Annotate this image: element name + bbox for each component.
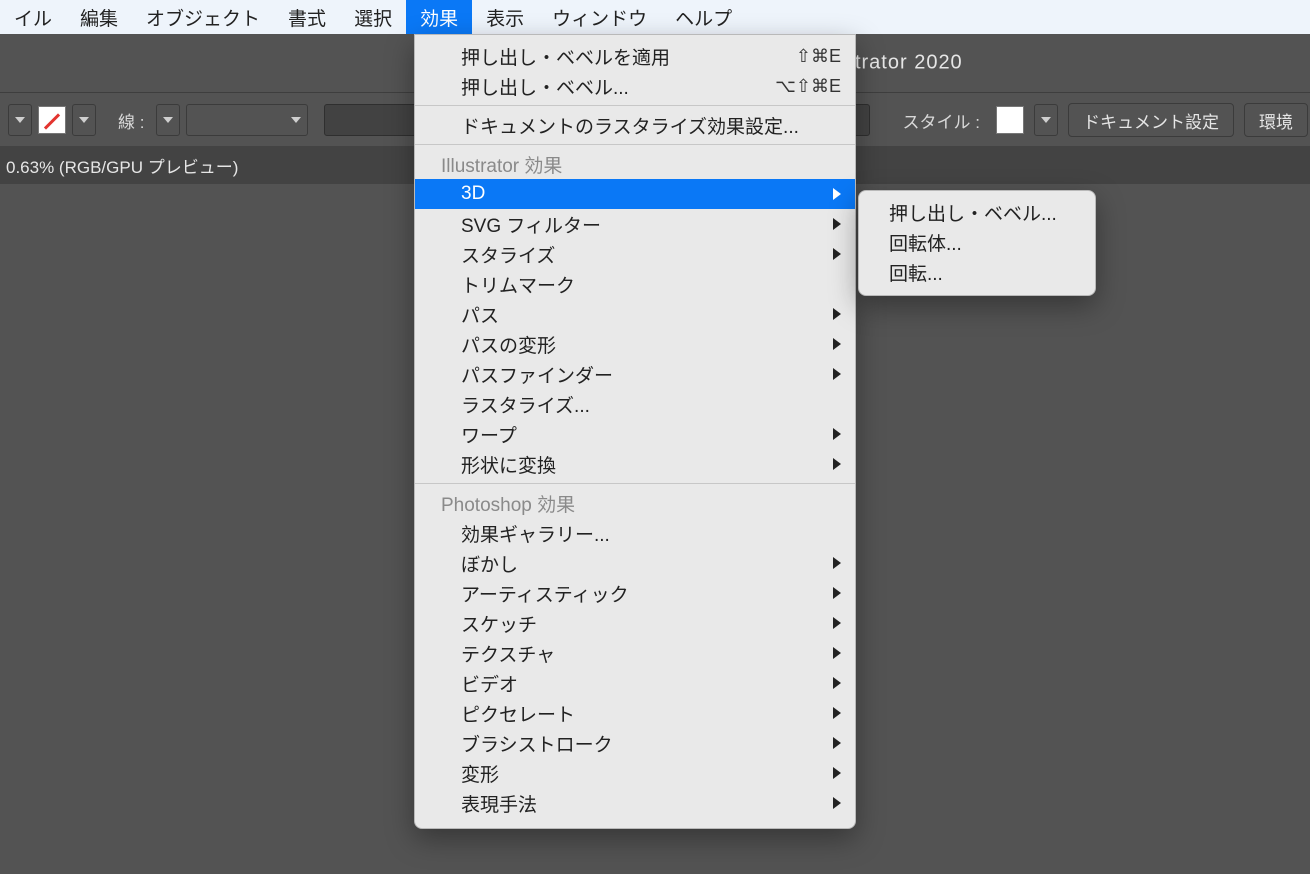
menu-3d-rotate[interactable]: 回転...	[859, 257, 1095, 287]
menu-object[interactable]: オブジェクト	[132, 0, 274, 34]
stroke-label: 線 :	[112, 108, 150, 133]
menu-convert-shape[interactable]: 形状に変換	[415, 449, 855, 479]
menu-apply-last-effect[interactable]: 押し出し・ベベルを適用 ⇧⌘E	[415, 41, 855, 71]
menu-item-label: スケッチ	[461, 610, 537, 637]
no-fill-swatch-icon[interactable]	[38, 106, 66, 134]
menu-item-label: SVG フィルター	[461, 211, 601, 238]
3d-submenu: 押し出し・ベベル... 回転体... 回転...	[858, 190, 1096, 296]
menu-distort[interactable]: 変形	[415, 758, 855, 788]
preferences-button[interactable]: 環境	[1244, 103, 1308, 137]
menu-brush-strokes[interactable]: ブラシストローク	[415, 728, 855, 758]
menu-separator	[415, 144, 855, 145]
menu-item-label: 押し出し・ベベルを適用	[461, 43, 670, 70]
effect-menu: 押し出し・ベベルを適用 ⇧⌘E 押し出し・ベベル... ⌥⇧⌘E ドキュメントの…	[414, 34, 856, 829]
fill-dropdown[interactable]	[8, 104, 32, 136]
menu-item-label: 変形	[461, 760, 499, 787]
menu-path-distort[interactable]: パスの変形	[415, 329, 855, 359]
menu-file[interactable]: イル	[0, 0, 66, 34]
menu-item-label: 回転...	[889, 259, 943, 286]
menu-item-label: 効果ギャラリー...	[461, 520, 610, 547]
menu-section-photoshop: Photoshop 効果	[415, 488, 855, 518]
menu-pixelate[interactable]: ピクセレート	[415, 698, 855, 728]
menu-last-effect[interactable]: 押し出し・ベベル... ⌥⇧⌘E	[415, 71, 855, 101]
menu-item-label: ラスタライズ...	[461, 391, 590, 418]
menu-select[interactable]: 選択	[340, 0, 406, 34]
menu-separator	[415, 105, 855, 106]
style-dropdown[interactable]	[1034, 104, 1058, 136]
menu-item-label: ワープ	[461, 421, 517, 448]
menu-artistic[interactable]: アーティスティック	[415, 578, 855, 608]
menu-item-label: ブラシストローク	[461, 730, 613, 757]
menu-sketch[interactable]: スケッチ	[415, 608, 855, 638]
menu-item-shortcut: ⌥⇧⌘E	[735, 76, 841, 97]
app-menubar: イル 編集 オブジェクト 書式 選択 効果 表示 ウィンドウ ヘルプ	[0, 0, 1310, 34]
menu-item-label: テクスチャ	[461, 640, 555, 667]
menu-pathfinder[interactable]: パスファインダー	[415, 359, 855, 389]
menu-item-label: ピクセレート	[461, 700, 575, 727]
menu-item-label: 形状に変換	[461, 451, 556, 478]
menu-3d-extrude-bevel[interactable]: 押し出し・ベベル...	[859, 197, 1095, 227]
menu-svg-filters[interactable]: SVG フィルター	[415, 209, 855, 239]
document-setup-button[interactable]: ドキュメント設定	[1068, 103, 1234, 137]
menu-item-label: アーティスティック	[461, 580, 629, 607]
menu-item-label: 押し出し・ベベル...	[461, 73, 629, 100]
menu-rasterize[interactable]: ラスタライズ...	[415, 389, 855, 419]
menu-item-label: ぼかし	[461, 550, 518, 577]
menu-doc-raster-settings[interactable]: ドキュメントのラスタライズ効果設定...	[415, 110, 855, 140]
stroke-weight-stepper[interactable]	[156, 104, 180, 136]
menu-item-label: 回転体...	[889, 229, 962, 256]
menu-render[interactable]: 表現手法	[415, 788, 855, 818]
menu-texture[interactable]: テクスチャ	[415, 638, 855, 668]
style-swatch-icon[interactable]	[996, 106, 1024, 134]
stroke-weight-dropdown[interactable]	[186, 104, 308, 136]
menu-item-label: ドキュメントのラスタライズ効果設定...	[461, 112, 799, 139]
menu-effect[interactable]: 効果	[406, 0, 472, 34]
menu-item-label: 表現手法	[461, 790, 537, 817]
fill-menu-dropdown[interactable]	[72, 104, 96, 136]
menu-warp[interactable]: ワープ	[415, 419, 855, 449]
menu-stylize[interactable]: スタライズ	[415, 239, 855, 269]
menu-effect-gallery[interactable]: 効果ギャラリー...	[415, 518, 855, 548]
menu-type[interactable]: 書式	[274, 0, 340, 34]
menu-3d[interactable]: 3D	[415, 179, 855, 209]
menu-item-label: パスの変形	[461, 331, 556, 358]
menu-3d-revolve[interactable]: 回転体...	[859, 227, 1095, 257]
menu-item-label: トリムマーク	[461, 271, 575, 298]
menu-item-shortcut: ⇧⌘E	[756, 46, 841, 67]
menu-trim-marks[interactable]: トリムマーク	[415, 269, 855, 299]
menu-view[interactable]: 表示	[472, 0, 538, 34]
menu-edit[interactable]: 編集	[66, 0, 132, 34]
menu-separator	[415, 483, 855, 484]
menu-item-label: スタライズ	[461, 241, 555, 268]
menu-item-label: ビデオ	[461, 670, 518, 697]
menu-item-label: 押し出し・ベベル...	[889, 199, 1057, 226]
menu-item-label: パスファインダー	[461, 361, 613, 388]
menu-section-illustrator: Illustrator 効果	[415, 149, 855, 179]
menu-item-label: 3D	[461, 183, 485, 205]
menu-help[interactable]: ヘルプ	[661, 0, 746, 34]
menu-path[interactable]: パス	[415, 299, 855, 329]
menu-window[interactable]: ウィンドウ	[538, 0, 661, 34]
menu-blur[interactable]: ぼかし	[415, 548, 855, 578]
menu-video[interactable]: ビデオ	[415, 668, 855, 698]
menu-item-label: パス	[461, 301, 499, 328]
document-tab[interactable]: 0.63% (RGB/GPU プレビュー)	[0, 146, 254, 184]
style-label: スタイル :	[897, 108, 986, 133]
